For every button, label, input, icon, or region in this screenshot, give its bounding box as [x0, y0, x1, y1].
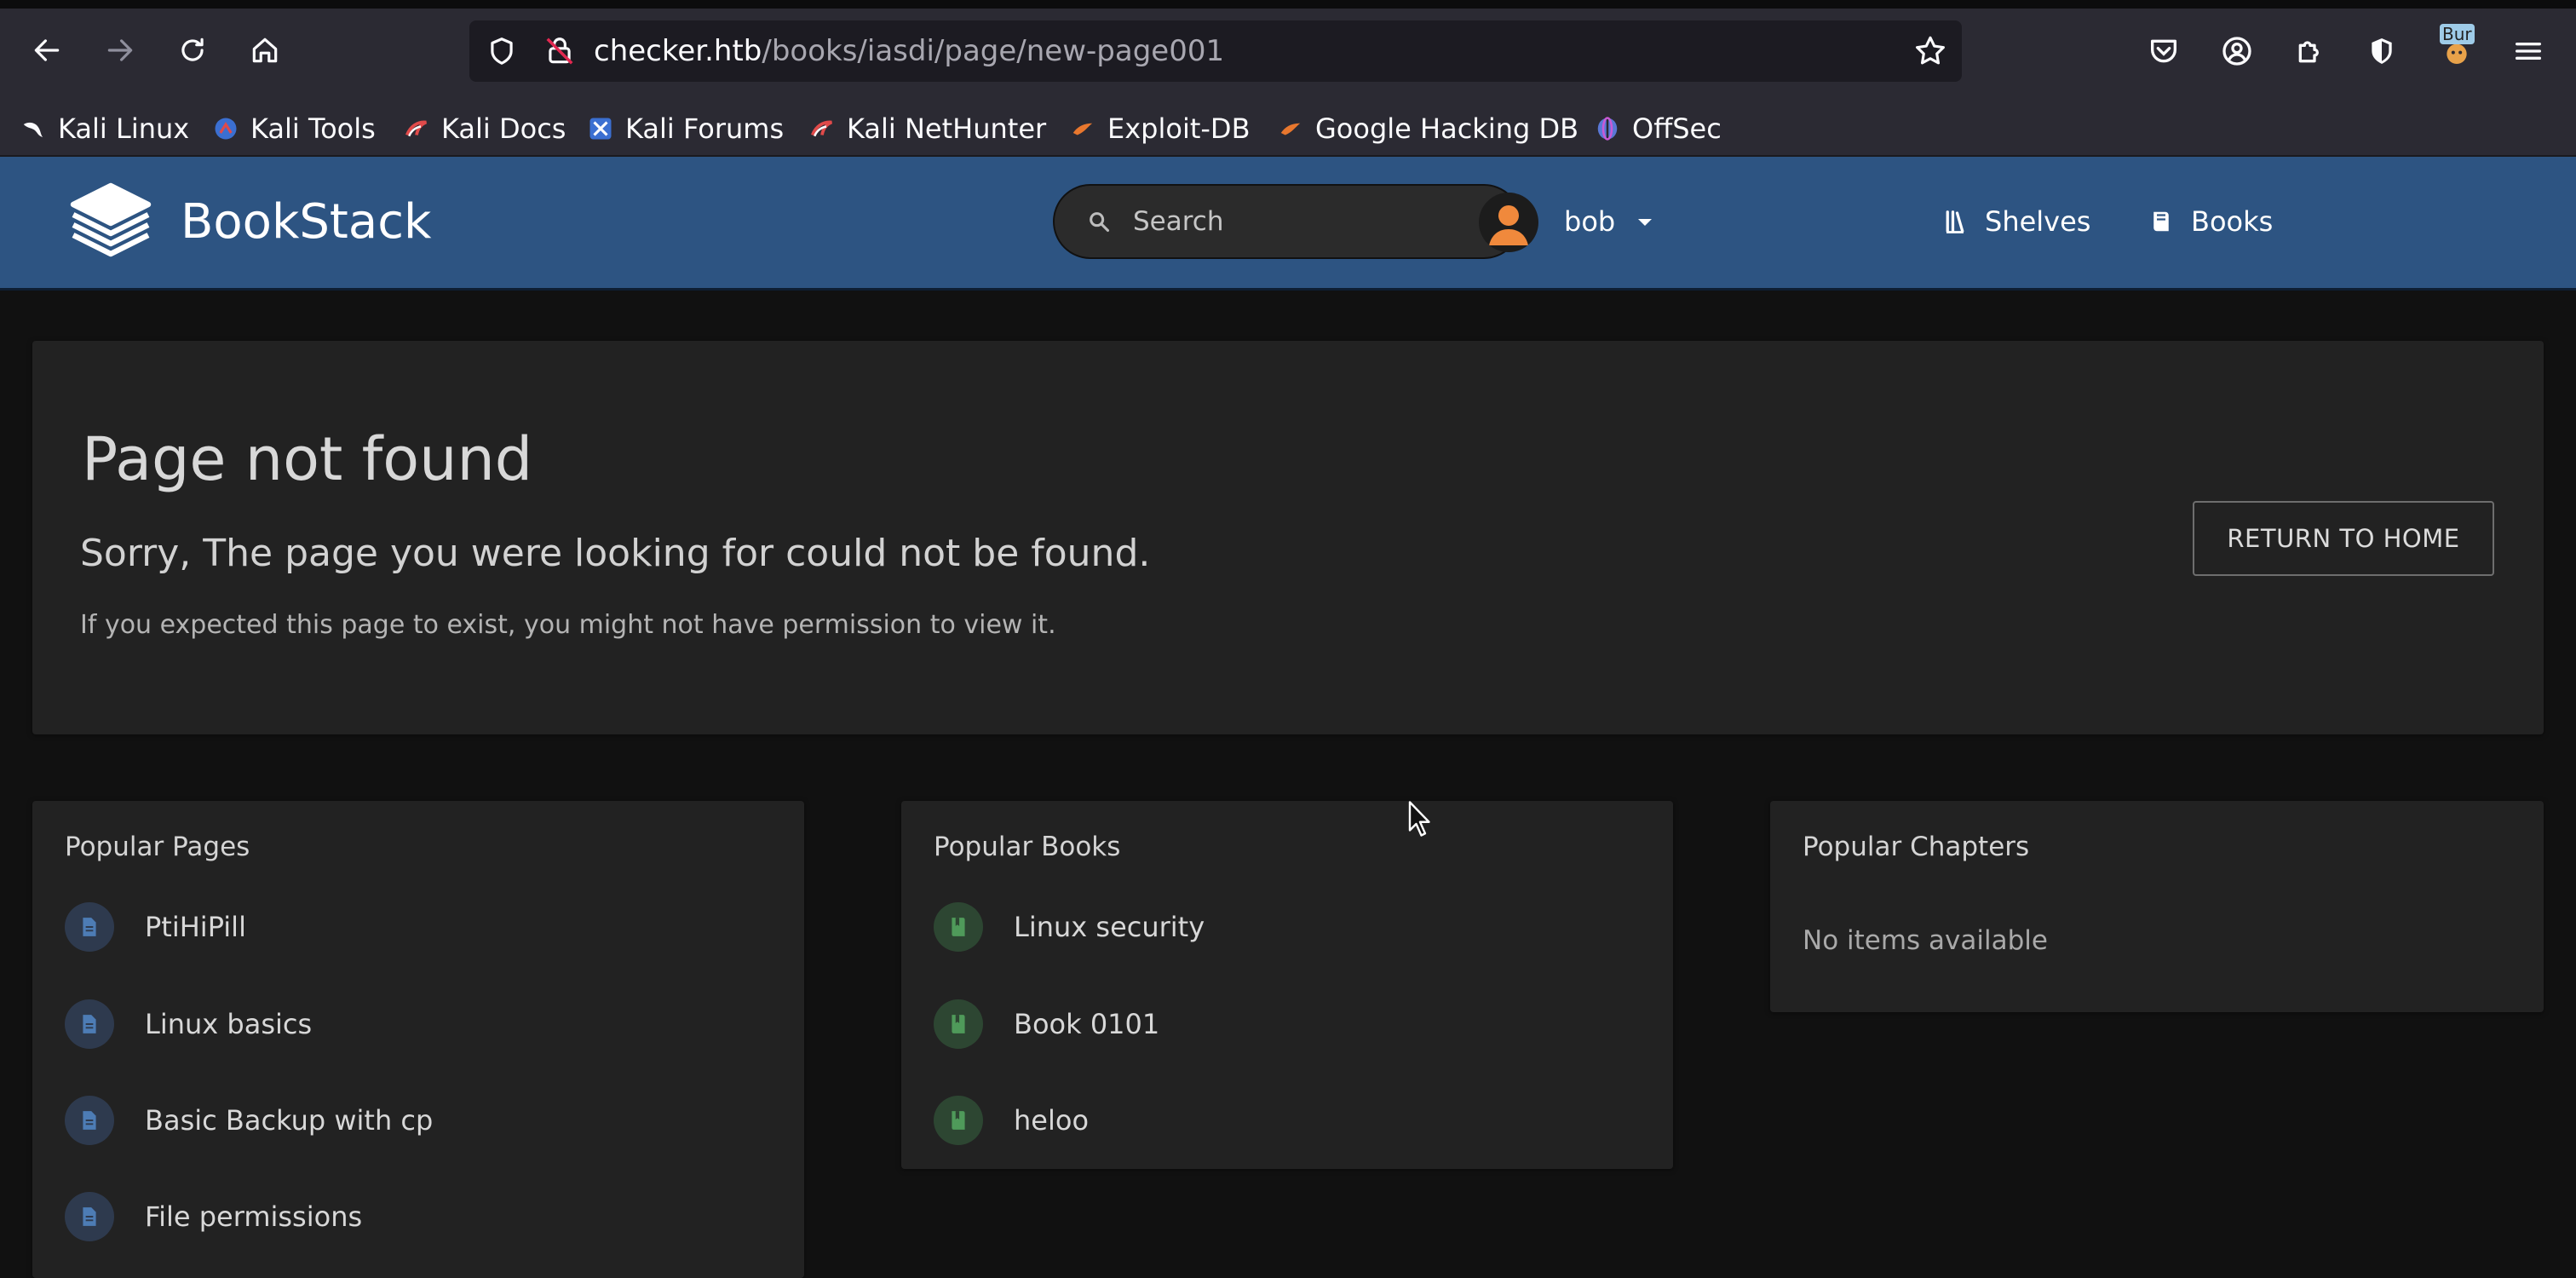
chevron-down-icon[interactable] — [1636, 216, 1654, 228]
offsec-icon — [1597, 117, 1618, 141]
shield-extension-icon — [2372, 38, 2392, 64]
bookmark-label: Kali Linux — [58, 112, 190, 145]
bookmark-label: Kali Docs — [441, 112, 566, 145]
url-host: checker.htb — [594, 34, 762, 68]
book-icon — [2153, 211, 2169, 232]
page-icon — [65, 1192, 114, 1241]
bookmark-kali-docs[interactable]: Kali Docs — [404, 102, 566, 155]
popular-pages-title: Popular Pages — [65, 832, 250, 862]
popular-books-title: Popular Books — [934, 832, 1121, 862]
window-top-strip — [0, 0, 2576, 9]
pocket-icon — [2151, 39, 2176, 63]
list-item[interactable]: Linux security — [934, 901, 1205, 953]
user-avatar-icon — [1489, 205, 1528, 245]
list-item[interactable]: Basic Backup with cp — [65, 1095, 433, 1146]
avatar[interactable] — [1479, 193, 1538, 252]
bookmark-label: OffSec — [1632, 112, 1722, 145]
kali-nethunter-icon — [810, 120, 833, 137]
page-icon — [65, 999, 114, 1049]
account-icon — [2222, 37, 2251, 66]
burp-badge: Bur — [2440, 24, 2475, 44]
bookmark-label: Kali Tools — [250, 112, 376, 145]
book-icon — [934, 1096, 983, 1145]
list-item-label: Linux basics — [145, 1008, 313, 1040]
bookmark-google-hacking-db[interactable]: Google Hacking DB — [1278, 102, 1578, 155]
app-name[interactable]: BookStack — [181, 193, 431, 252]
exploit-db-icon — [1072, 123, 1093, 135]
tracking-shield-icon[interactable] — [486, 35, 518, 67]
account-button[interactable] — [2218, 32, 2256, 70]
return-to-home-button[interactable]: RETURN TO HOME — [2193, 501, 2494, 576]
kali-docs-icon — [405, 120, 428, 137]
arrow-right-icon — [107, 39, 133, 61]
search-input[interactable] — [1133, 187, 1491, 256]
mouse-pointer-icon — [1408, 801, 1430, 837]
shelves-icon — [1946, 210, 1964, 233]
url-text[interactable]: checker.htb/books/iasdi/page/new-page001 — [594, 27, 1224, 75]
book-icon — [934, 902, 983, 952]
empty-state-text: No items available — [1803, 925, 2048, 956]
ghdb-icon — [1280, 123, 1301, 135]
list-item-label: Linux security — [1014, 911, 1205, 943]
bookmark-label: Google Hacking DB — [1315, 112, 1579, 145]
privacy-extension-button[interactable] — [2363, 32, 2401, 70]
error-subtitle: Sorry, The page you were looking for cou… — [80, 532, 1151, 575]
page-title: Page not found — [82, 424, 533, 494]
nav-books-label: Books — [2191, 205, 2274, 238]
list-item[interactable]: heloo — [934, 1095, 1089, 1146]
hamburger-menu-icon — [2516, 43, 2541, 60]
list-item[interactable]: PtiHiPill — [65, 901, 246, 953]
list-item-label: File permissions — [145, 1200, 363, 1233]
extensions-button[interactable] — [2291, 32, 2329, 70]
list-item-label: Basic Backup with cp — [145, 1104, 434, 1137]
back-button[interactable] — [22, 26, 72, 75]
forward-button[interactable] — [95, 26, 145, 75]
arrow-left-icon — [34, 39, 60, 61]
nav-shelves[interactable]: Shelves — [1944, 198, 2090, 245]
bookmark-kali-nethunter[interactable]: Kali NetHunter — [809, 102, 1046, 155]
list-item-label: heloo — [1014, 1104, 1090, 1137]
popular-chapters-title: Popular Chapters — [1803, 832, 2030, 862]
app-menu-button[interactable] — [2510, 32, 2547, 70]
home-icon — [252, 37, 278, 63]
bookmark-label: Exploit-DB — [1107, 112, 1251, 145]
bookmark-label: Kali Forums — [625, 112, 785, 145]
list-item-label: PtiHiPill — [145, 911, 246, 943]
url-path: /books/iasdi/page/new-page001 — [762, 34, 1225, 68]
list-item[interactable]: Book 0101 — [934, 999, 1159, 1050]
bookmark-kali-forums[interactable]: Kali Forums — [588, 102, 784, 155]
bookstack-logo-icon[interactable] — [66, 179, 155, 264]
page-icon — [65, 902, 114, 952]
insecure-lock-icon[interactable] — [543, 35, 576, 67]
bookmark-kali-tools[interactable]: Kali Tools — [213, 102, 376, 155]
pocket-button[interactable] — [2145, 32, 2182, 70]
home-button[interactable] — [240, 26, 290, 75]
kali-dragon-icon — [23, 122, 43, 137]
list-item[interactable]: File permissions — [65, 1191, 362, 1242]
bookmark-kali-linux[interactable]: Kali Linux — [20, 102, 189, 155]
search-icon — [1090, 212, 1110, 233]
reload-icon — [181, 37, 204, 61]
puzzle-icon — [2298, 41, 2319, 63]
bookmark-exploit-db[interactable]: Exploit-DB — [1070, 102, 1251, 155]
kali-tools-icon — [215, 118, 237, 140]
list-item[interactable]: Linux basics — [65, 999, 312, 1050]
bookmark-label: Kali NetHunter — [847, 112, 1047, 145]
nav-books[interactable]: Books — [2150, 198, 2273, 245]
page-icon — [65, 1096, 114, 1145]
user-name[interactable]: bob — [1564, 198, 1615, 245]
bookmark-star-icon[interactable] — [1912, 33, 1948, 69]
error-note: If you expected this page to exist, you … — [80, 610, 1056, 640]
book-icon — [934, 999, 983, 1049]
list-item-label: Book 0101 — [1014, 1008, 1160, 1040]
bookmark-offsec[interactable]: OffSec — [1595, 102, 1722, 155]
nav-shelves-label: Shelves — [1985, 205, 2091, 238]
reload-button[interactable] — [168, 26, 217, 75]
kali-forums-icon — [589, 118, 612, 140]
